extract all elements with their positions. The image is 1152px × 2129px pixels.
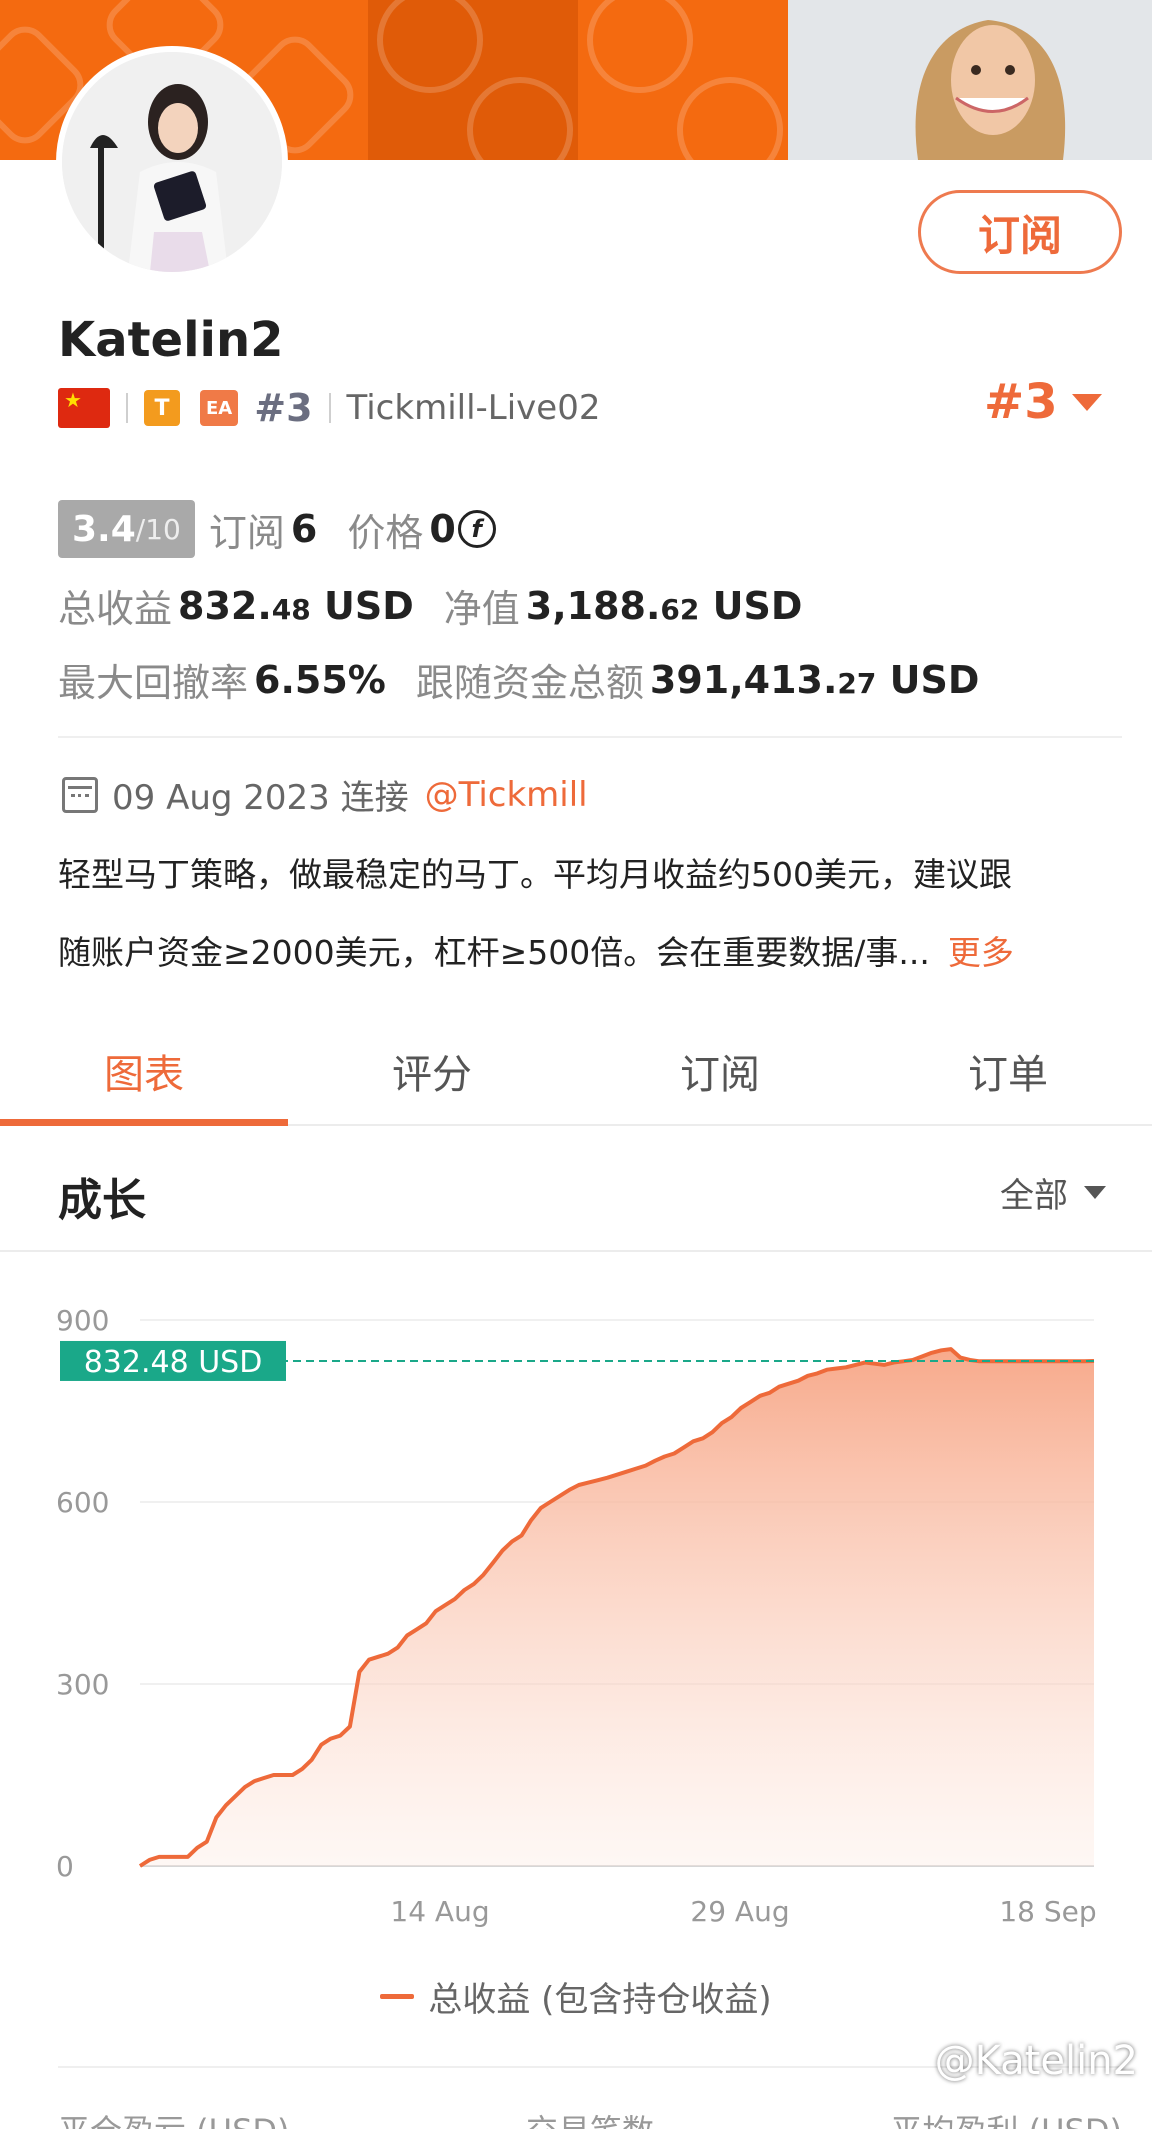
watermark: @Katelin2 bbox=[934, 2038, 1138, 2084]
tag-t-badge: T bbox=[144, 390, 180, 426]
rank-value: #3 bbox=[984, 374, 1058, 430]
range-filter-label: 全部 bbox=[1000, 1176, 1068, 1216]
growth-section-header: 成长 全部 bbox=[0, 1128, 1152, 1252]
rank-badge: #3 bbox=[254, 386, 313, 430]
rank-dropdown[interactable]: #3 bbox=[984, 374, 1102, 430]
divider bbox=[328, 393, 331, 423]
coin-icon: f bbox=[457, 510, 496, 548]
y-tick-label: 0 bbox=[56, 1850, 74, 1883]
legend-swatch bbox=[380, 1994, 415, 1999]
total-profit-label: 总收益 bbox=[58, 587, 173, 631]
legend-label: 总收益 (包含持仓收益) bbox=[428, 1980, 772, 2020]
divider bbox=[58, 736, 1122, 738]
chart-legend: 总收益 (包含持仓收益) bbox=[0, 1972, 1152, 2021]
broker-server: Tickmill-Live02 bbox=[346, 388, 601, 428]
tag-ea-badge: EA bbox=[200, 390, 239, 426]
description-line-1: 轻型马丁策略，做最稳定的马丁。平均月收益约500美元，建议跟 bbox=[58, 855, 1012, 894]
section-title: 成长 bbox=[58, 1175, 146, 1226]
score-badge: 3.4 /10 bbox=[58, 500, 195, 558]
current-value-label: 832.48 USD bbox=[84, 1345, 263, 1380]
description-line-2: 随账户资金≥2000美元，杠杆≥500倍。会在重要数据/事... bbox=[58, 933, 930, 972]
badges-row: ★ T EA #3 Tickmill-Live02 bbox=[58, 384, 601, 432]
x-tick-label: 14 Aug bbox=[390, 1895, 489, 1928]
trade-count-label: 交易笔数 bbox=[526, 2106, 654, 2129]
stats-row-profit: 总收益 832.48 USD 净值 3,188.62 USD bbox=[58, 578, 802, 633]
subscribe-button[interactable]: 订阅 bbox=[918, 190, 1122, 274]
tab-orders[interactable]: 订单 bbox=[864, 1018, 1152, 1124]
growth-chart[interactable]: 0 300 600 900 832.48 USD 14 Aug 29 Aug 18 Sep bbox=[0, 1254, 1152, 2014]
equity-value: 3,188.62 USD bbox=[525, 583, 803, 628]
subs-value: 6 bbox=[290, 507, 318, 551]
divider bbox=[126, 393, 128, 423]
x-tick-label: 18 Sep bbox=[999, 1895, 1096, 1928]
range-filter-dropdown[interactable]: 全部 bbox=[1000, 1168, 1106, 1217]
series-area bbox=[140, 1349, 1094, 1866]
drawdown-label: 最大回撤率 bbox=[58, 661, 249, 705]
tab-bar: 图表 评分 订阅 订单 bbox=[0, 1018, 1152, 1126]
avg-profit-label: 平均盈利 (USD) bbox=[890, 2106, 1122, 2129]
tab-subscription[interactable]: 订阅 bbox=[576, 1018, 864, 1124]
total-profit-value: 832.48 USD bbox=[178, 583, 414, 628]
price-value: 0 bbox=[429, 507, 456, 551]
x-tick-label: 29 Aug bbox=[690, 1895, 789, 1928]
follow-funds-value: 391,413.27 USD bbox=[649, 657, 980, 702]
tab-chart[interactable]: 图表 bbox=[0, 1018, 288, 1126]
score-value: 3.4 bbox=[72, 508, 136, 550]
price-label: 价格 bbox=[347, 510, 424, 555]
broker-link[interactable]: @Tickmill bbox=[425, 775, 588, 815]
username: Katelin2 bbox=[58, 312, 284, 368]
china-flag-icon: ★ bbox=[58, 388, 110, 428]
caret-down-icon bbox=[1084, 1186, 1106, 1199]
caret-down-icon bbox=[1071, 393, 1102, 411]
subs-label: 订阅 bbox=[208, 510, 285, 555]
drawdown-value: 6.55% bbox=[254, 657, 386, 702]
y-tick-label: 600 bbox=[56, 1486, 109, 1519]
summary-labels: 平仓盈亏 (USD) 交易笔数 平均盈利 (USD) bbox=[58, 2106, 1122, 2129]
more-link[interactable]: 更多 bbox=[948, 914, 1014, 992]
y-tick-label: 300 bbox=[56, 1668, 109, 1701]
y-tick-label: 900 bbox=[56, 1304, 109, 1337]
stats-row-drawdown: 最大回撤率 6.55% 跟随资金总额 391,413.27 USD bbox=[58, 652, 979, 707]
calendar-icon bbox=[62, 776, 98, 813]
description-line-2-wrap: 随账户资金≥2000美元，杠杆≥500倍。会在重要数据/事... 更多 bbox=[58, 914, 1122, 992]
follow-funds-label: 跟随资金总额 bbox=[415, 661, 644, 705]
score-max: /10 bbox=[135, 512, 181, 546]
connected-info: 09 Aug 2023 连接 @Tickmill bbox=[62, 770, 588, 819]
closed-pnl-label: 平仓盈亏 (USD) bbox=[58, 2106, 290, 2129]
banner-photo bbox=[788, 0, 1152, 160]
tab-rating[interactable]: 评分 bbox=[288, 1018, 576, 1124]
stats-row-score: 3.4 /10 订阅 6 价格 0 f bbox=[58, 500, 496, 558]
strategy-description: 轻型马丁策略，做最稳定的马丁。平均月收益约500美元，建议跟 随账户资金≥200… bbox=[58, 836, 1122, 992]
avatar-image bbox=[62, 52, 282, 272]
connected-date: 09 Aug 2023 连接 bbox=[112, 778, 409, 818]
avatar[interactable] bbox=[56, 46, 288, 278]
banner-person-image bbox=[788, 0, 1152, 160]
equity-label: 净值 bbox=[443, 587, 520, 631]
